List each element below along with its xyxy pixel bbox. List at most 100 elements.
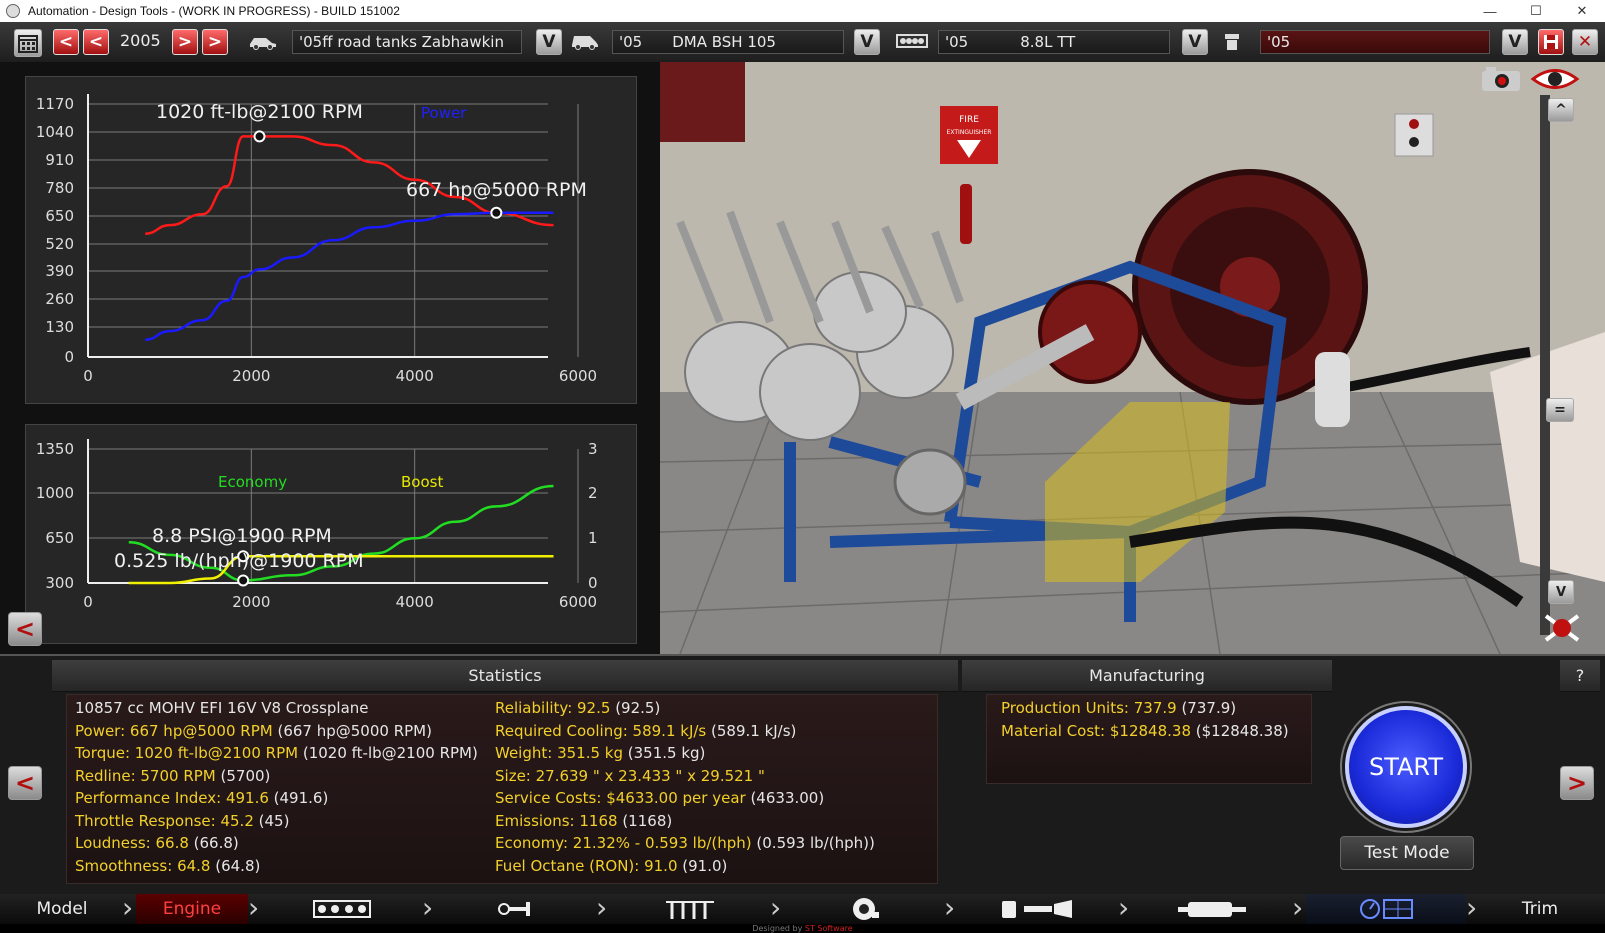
view-toggle-eye-icon[interactable] xyxy=(1530,64,1580,94)
stat-base-value: (491.6) xyxy=(268,789,329,807)
close-window-button[interactable]: ✕ xyxy=(1559,0,1605,22)
nav-chevron-icon: › xyxy=(1466,891,1478,924)
stat-line: Production Units: 737.9 (737.9) xyxy=(1001,699,1236,717)
nav-exhaust-icon[interactable] xyxy=(1132,894,1292,924)
statistics-header: Statistics xyxy=(52,660,958,692)
viewport-scroll-handle[interactable]: = xyxy=(1546,398,1574,422)
stat-line: 10857 cc MOHV EFI 16V V8 Crossplane xyxy=(75,699,369,717)
y-tick-label: 300 xyxy=(45,574,74,592)
stat-base-value: (589.1 kJ/s) xyxy=(706,721,797,740)
stat-line: Redline: 5700 RPM (5700) xyxy=(75,767,270,785)
engine-family-name: 8.8L TT xyxy=(1020,33,1076,51)
statistics-box: 10857 cc MOHV EFI 16V V8 Crossplane Power… xyxy=(66,694,938,884)
top-selection-bar: < < 2005 > > '05ff road tanks Zabhawkin … xyxy=(0,22,1605,62)
close-designer-icon[interactable]: ✕ xyxy=(1572,29,1598,55)
year-prev-fast-button[interactable]: < xyxy=(53,29,79,55)
credit-prefix: Designed by xyxy=(752,924,803,933)
stat-base-value: (4633.00) xyxy=(745,789,825,807)
engine-family-field[interactable]: '05 8.8L TT xyxy=(938,30,1170,54)
y-tick-label: 1350 xyxy=(36,440,74,458)
stat-value: 10857 cc MOHV EFI 16V V8 Crossplane xyxy=(75,699,369,717)
car-trim-year: '05 xyxy=(619,33,643,51)
nav-chevron-icon: › xyxy=(1118,891,1130,924)
start-button[interactable]: START xyxy=(1345,706,1467,828)
car-trim-field[interactable]: '05 DMA BSH 105 xyxy=(612,30,844,54)
stat-base-value: (667 hp@5000 RPM) xyxy=(272,721,432,740)
nav-aspiration-icon[interactable] xyxy=(784,894,944,924)
stat-line: Torque: 1020 ft-lb@2100 RPM (1020 ft-lb@… xyxy=(75,744,478,762)
save-icon[interactable] xyxy=(1538,29,1564,55)
stat-value: Required Cooling: 589.1 kJ/s xyxy=(495,721,707,740)
x-tick-label: 2000 xyxy=(232,593,270,611)
stat-base-value: (1168) xyxy=(617,811,673,830)
minimize-button[interactable]: — xyxy=(1467,0,1513,22)
nav-engine-tab[interactable]: Engine xyxy=(136,894,248,924)
y-tick-label: 1170 xyxy=(36,95,74,113)
nav-model-tab[interactable]: Model xyxy=(0,894,124,924)
nav-engine-test-icon[interactable] xyxy=(1306,894,1466,924)
nav-top-end-icon[interactable] xyxy=(610,894,770,924)
peak-power-label: 667 hp@5000 RPM xyxy=(406,179,587,201)
stat-value: Material Cost: $12848.38 xyxy=(1001,721,1191,740)
calendar-icon[interactable] xyxy=(14,29,42,57)
stat-line: Economy: 21.32% - 0.593 lb/(hph) (0.593 … xyxy=(495,834,875,852)
car-trim-dropdown-button[interactable]: V xyxy=(854,29,880,55)
window-titlebar: Automation - Design Tools - (WORK IN PRO… xyxy=(0,0,1605,22)
stat-value: Service Costs: $4633.00 per year xyxy=(495,789,746,807)
reset-view-icon[interactable] xyxy=(1540,610,1584,646)
economy-marker xyxy=(237,574,250,587)
stat-value: Size: 27.639 " x 23.433 " x 29.521 " xyxy=(495,766,765,785)
test-mode-button[interactable]: Test Mode xyxy=(1340,836,1474,870)
nav-block-icon[interactable] xyxy=(262,894,422,924)
maximize-button[interactable]: ☐ xyxy=(1513,0,1559,22)
nav-trim-tab[interactable]: Trim xyxy=(1480,894,1600,924)
boost-annotation: 8.8 PSI@1900 RPM xyxy=(152,525,332,547)
extinguisher-sign-text: EXTINGUISHER xyxy=(947,129,992,136)
y-tick-label: 260 xyxy=(45,290,74,308)
prev-panel-button[interactable]: < xyxy=(8,766,42,800)
stat-line: Reliability: 92.5 (92.5) xyxy=(495,699,660,717)
stat-value: Throttle Response: 45.2 xyxy=(75,811,254,830)
engine-family-dropdown-button[interactable]: V xyxy=(1182,29,1208,55)
boost-legend: Boost xyxy=(401,473,443,491)
car-model-field[interactable]: '05ff road tanks Zabhawkin xyxy=(292,30,522,54)
car-trim-name: DMA BSH 105 xyxy=(672,33,776,51)
year-next-button[interactable]: > xyxy=(172,29,198,55)
viewport-scroll-up-button[interactable]: ^ xyxy=(1548,98,1574,122)
camera-icon[interactable] xyxy=(1480,66,1522,92)
help-button[interactable]: ? xyxy=(1560,660,1600,692)
manufacturing-header: Manufacturing xyxy=(962,660,1332,692)
stat-base-value: (0.593 lb/(hph)) xyxy=(751,834,875,852)
car-model-dropdown-button[interactable]: V xyxy=(536,29,562,55)
engine-variant-field[interactable]: '05 xyxy=(1260,30,1490,54)
year-value: 2005 xyxy=(120,31,161,50)
stat-line: Power: 667 hp@5000 RPM (667 hp@5000 RPM) xyxy=(75,722,432,740)
viewport-scroll-down-button[interactable]: V xyxy=(1548,580,1574,604)
engine-variant-dropdown-button[interactable]: V xyxy=(1502,29,1528,55)
nav-fuel-system-icon[interactable] xyxy=(958,894,1118,924)
year-next-fast-button[interactable]: > xyxy=(202,29,228,55)
manufacturing-box: Production Units: 737.9 (737.9) Material … xyxy=(986,694,1312,784)
car-trim-icon xyxy=(570,32,600,54)
stat-line: Loudness: 66.8 (66.8) xyxy=(75,834,239,852)
stat-line: Performance Index: 491.6 (491.6) xyxy=(75,789,328,807)
next-panel-button[interactable]: > xyxy=(1560,766,1594,800)
y-right-tick-label: 2 xyxy=(588,484,598,502)
nav-chevron-icon: › xyxy=(248,891,260,924)
stat-base-value: (66.8) xyxy=(188,834,239,852)
x-tick-label: 2000 xyxy=(232,367,270,385)
y-tick-label: 1040 xyxy=(36,123,74,141)
app-icon xyxy=(6,4,20,18)
stat-line: Smoothness: 64.8 (64.8) xyxy=(75,857,260,875)
nav-bottom-end-icon[interactable] xyxy=(436,894,596,924)
credit-footer: Designed by ST Software xyxy=(0,924,1605,933)
stat-base-value: (351.5 kg) xyxy=(623,744,706,762)
collapse-graphs-button[interactable]: < xyxy=(8,612,42,646)
engine-3d-viewport[interactable]: FIRE EXTINGUISHER ^ = V xyxy=(660,62,1605,654)
power-series-line xyxy=(145,211,554,341)
y-tick-label: 780 xyxy=(45,179,74,197)
stat-value: Fuel Octane (RON): 91.0 xyxy=(495,856,678,875)
year-prev-button[interactable]: < xyxy=(83,29,109,55)
economy-boost-chart: Economy Boost 1350 3 1000 2 650 1 300 0 0 2000 40… xyxy=(36,439,598,611)
y-tick-label: 520 xyxy=(45,235,74,253)
